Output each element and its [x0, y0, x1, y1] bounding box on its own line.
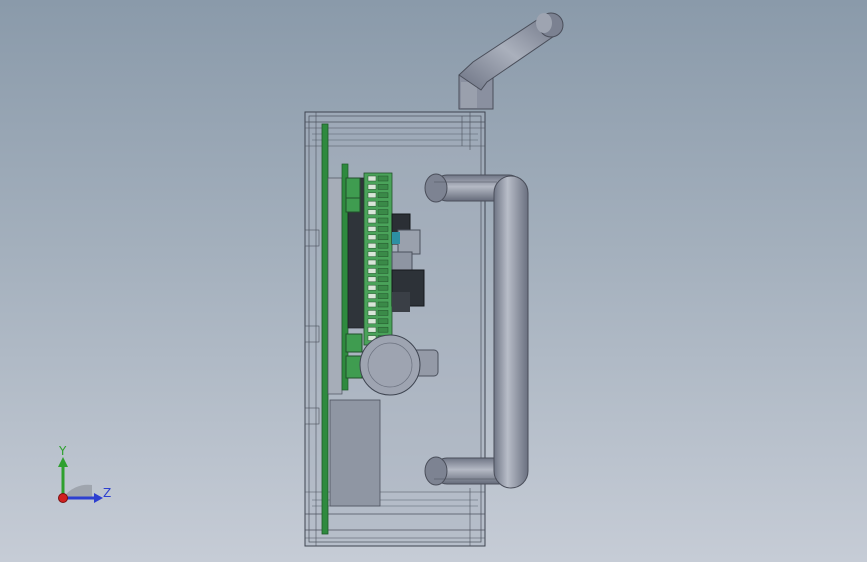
- model-view[interactable]: [0, 0, 867, 562]
- terminal-slot: [367, 259, 377, 266]
- terminal-screw: [377, 251, 389, 257]
- terminal-slot: [367, 293, 377, 299]
- terminal-screw: [377, 200, 389, 207]
- terminal-screw: [377, 326, 389, 333]
- terminal-slot: [367, 242, 377, 249]
- terminal-slot: [367, 175, 377, 182]
- terminal-slot: [367, 217, 377, 224]
- terminal-screw: [377, 276, 389, 283]
- terminal-slot: [367, 234, 377, 241]
- power-module[interactable]: [329, 399, 381, 507]
- terminal-screw: [377, 259, 389, 266]
- terminal-slot: [367, 226, 377, 232]
- cad-graphics-viewport[interactable]: Y Z: [0, 0, 867, 562]
- terminal-screw: [377, 268, 389, 274]
- terminal-slot: [367, 200, 377, 207]
- terminal-slot: [367, 326, 377, 333]
- terminal-slot: [367, 301, 377, 308]
- terminal-screw: [377, 242, 389, 249]
- terminal-screw: [377, 318, 389, 325]
- antenna[interactable]: [458, 12, 564, 110]
- terminal-slot: [367, 284, 377, 291]
- terminal-slot: [367, 184, 377, 190]
- terminal-screw: [377, 301, 389, 308]
- terminal-slot: [367, 318, 377, 325]
- terminal-screw: [377, 234, 389, 241]
- terminal-slot: [367, 268, 377, 274]
- terminal-slot: [367, 209, 377, 215]
- terminal-screw: [377, 217, 389, 224]
- terminal-screw: [377, 175, 389, 182]
- terminal-screw: [377, 284, 389, 291]
- terminal-screw: [377, 226, 389, 232]
- terminal-screw: [377, 209, 389, 215]
- terminal-screw: [377, 184, 389, 190]
- terminal-screw: [377, 293, 389, 299]
- terminal-slot: [367, 310, 377, 316]
- terminal-screw: [377, 192, 389, 199]
- terminal-screw: [377, 310, 389, 316]
- terminal-slot: [367, 276, 377, 283]
- terminal-slot: [367, 251, 377, 257]
- terminal-slot: [367, 192, 377, 199]
